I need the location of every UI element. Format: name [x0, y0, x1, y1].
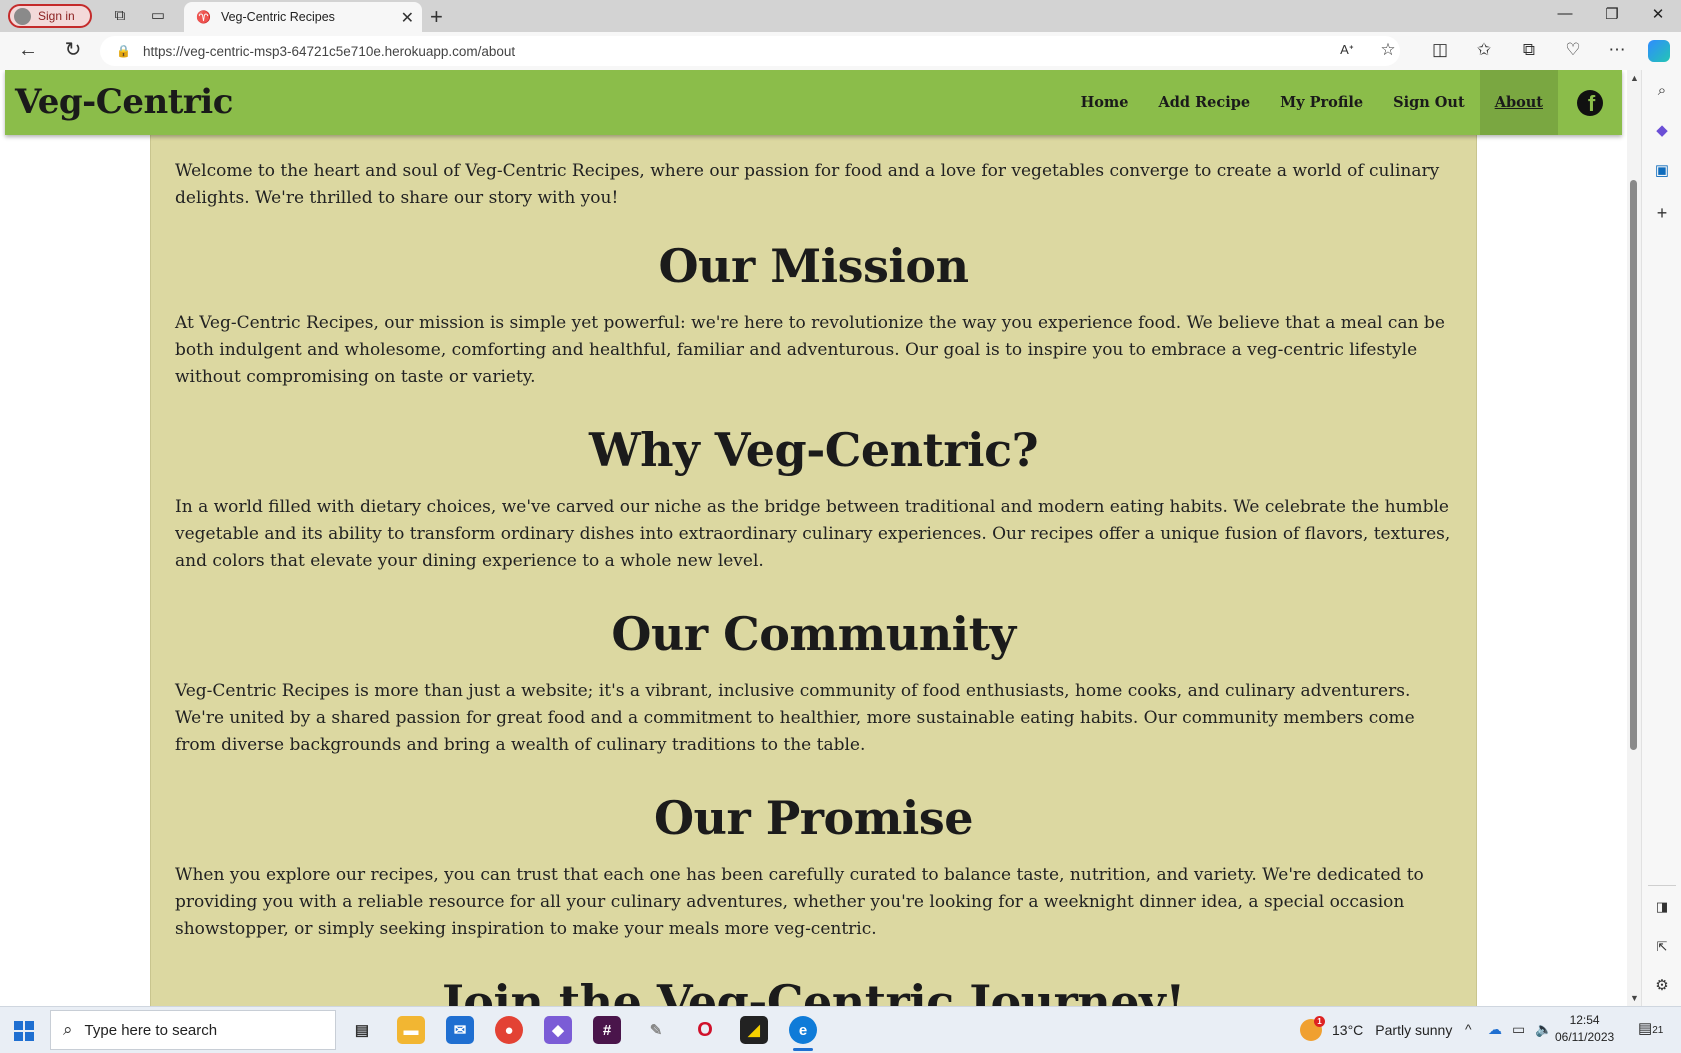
more-menu-icon[interactable]: ⋯	[1606, 40, 1628, 60]
search-magnifier-icon: ⌕	[63, 1020, 73, 1039]
sidebar-divider	[1648, 885, 1676, 886]
copilot-app-icon[interactable]: ◆	[544, 1016, 572, 1044]
workspaces-icon[interactable]: ⧉	[110, 6, 130, 26]
copilot-icon[interactable]	[1648, 40, 1670, 62]
signin-label: Sign in	[38, 9, 75, 23]
new-tab-icon[interactable]: +	[430, 4, 443, 30]
section-community: Our Community Veg-Centric Recipes is mor…	[175, 608, 1452, 759]
profile-avatar-icon	[14, 7, 31, 25]
nav-sign-out[interactable]: Sign Out	[1378, 70, 1480, 135]
collections-icon[interactable]: ⧉	[1518, 40, 1540, 60]
sticky-notes-icon[interactable]: ◢	[740, 1016, 768, 1044]
slack-icon[interactable]: #	[593, 1016, 621, 1044]
edge-sidebar: ⌕ ◆ ▣ + ◨ ⇱ ⚙	[1641, 70, 1681, 1006]
edge-browser-icon[interactable]: e	[789, 1016, 817, 1051]
network-icon[interactable]: ▭	[1512, 1021, 1525, 1038]
settings-gear-icon[interactable]: ⚙	[1651, 975, 1673, 997]
section-promise: Our Promise When you explore our recipes…	[175, 792, 1452, 943]
weather-temp: 13°C	[1332, 1022, 1364, 1038]
section-join: Join the Veg-Centric Journey!	[175, 976, 1452, 1006]
nav-add-recipe[interactable]: Add Recipe	[1144, 70, 1266, 135]
facebook-icon: f	[1577, 89, 1603, 116]
weather-sun-icon: 1	[1300, 1016, 1325, 1041]
clock-time: 12:54	[1569, 1013, 1600, 1027]
site-brand[interactable]: Veg-Centric	[15, 82, 233, 122]
taskbar-search-box[interactable]: ⌕ Type here to search	[50, 1010, 336, 1050]
page-viewport: Veg-Centric Home Add Recipe My Profile S…	[0, 70, 1627, 1006]
taskbar-search-placeholder: Type here to search	[84, 1021, 218, 1039]
gimp-icon[interactable]: ✎	[642, 1016, 670, 1044]
tab-actions-icon[interactable]: ▭	[148, 6, 168, 26]
section-heading: Join the Veg-Centric Journey!	[442, 975, 1185, 1006]
section-text: When you explore our recipes, you can tr…	[175, 865, 1424, 939]
section-text: In a world filled with dietary choices, …	[175, 497, 1451, 571]
site-navbar: Veg-Centric Home Add Recipe My Profile S…	[5, 70, 1622, 135]
refresh-icon[interactable]: ↻	[62, 40, 84, 60]
about-content-card: Welcome to the heart and soul of Veg-Cen…	[150, 125, 1477, 1006]
close-tab-icon[interactable]: ✕	[401, 8, 414, 28]
tab-title: Veg-Centric Recipes	[220, 10, 335, 24]
weather-badge: 1	[1314, 1016, 1325, 1027]
open-external-icon[interactable]: ⇱	[1651, 936, 1673, 958]
section-why: Why Veg-Centric? In a world filled with …	[175, 424, 1452, 575]
favorites-icon[interactable]: ✩	[1473, 40, 1495, 60]
profile-signin-button[interactable]: Sign in	[8, 4, 92, 28]
lock-icon: 🔒	[116, 44, 131, 58]
scroll-down-icon[interactable]: ▼	[1630, 993, 1639, 1003]
page-scrollbar[interactable]: ▲ ▼	[1627, 70, 1641, 1006]
section-heading: Our Mission	[658, 239, 969, 293]
add-sidebar-app-icon[interactable]: +	[1651, 202, 1673, 224]
windows-taskbar: ⌕ Type here to search ▤ ▬ ✉ ● ◆ # ✎ O ◢ …	[0, 1006, 1681, 1053]
read-aloud-icon[interactable]: Aᐩ	[1336, 40, 1358, 60]
address-bar[interactable]: 🔒 https://veg-centric-msp3-64721c5e710e.…	[100, 36, 1400, 66]
mail-icon[interactable]: ✉	[446, 1016, 474, 1044]
notification-center-icon[interactable]: ▤21	[1638, 1019, 1663, 1037]
nav-menu: Home Add Recipe My Profile Sign Out Abou…	[1066, 70, 1622, 135]
section-heading: Our Promise	[653, 791, 974, 845]
taskbar-clock[interactable]: 12:54 06/11/2023	[1555, 1012, 1614, 1046]
facebook-link[interactable]: f	[1558, 70, 1622, 135]
address-toolbar: ← ↻ 🔒 https://veg-centric-msp3-64721c5e7…	[0, 32, 1681, 70]
scrollbar-thumb[interactable]	[1630, 180, 1637, 750]
show-hidden-icons-icon[interactable]: ^	[1465, 1021, 1472, 1037]
section-text: At Veg-Centric Recipes, our mission is s…	[175, 313, 1445, 387]
url-text: https://veg-centric-msp3-64721c5e710e.he…	[142, 43, 516, 59]
clock-date: 06/11/2023	[1555, 1030, 1615, 1044]
tab-active[interactable]: ♈ Veg-Centric Recipes ✕	[184, 2, 422, 32]
restore-icon[interactable]: ❐	[1602, 5, 1622, 23]
site-favicon-icon: ♈	[196, 10, 211, 24]
close-window-icon[interactable]: ✕	[1648, 5, 1668, 23]
section-heading: Why Veg-Centric?	[588, 423, 1039, 477]
copilot-sidebar-icon[interactable]: ◆	[1651, 120, 1673, 142]
nav-home[interactable]: Home	[1066, 70, 1144, 135]
volume-icon[interactable]: 🔈	[1535, 1021, 1552, 1038]
notification-count: 21	[1652, 1025, 1664, 1036]
split-screen-icon[interactable]: ◫	[1429, 40, 1451, 60]
weather-widget[interactable]: 1 13°C Partly sunny	[1300, 1016, 1453, 1041]
nav-my-profile[interactable]: My Profile	[1265, 70, 1378, 135]
about-intro: Welcome to the heart and soul of Veg-Cen…	[175, 161, 1440, 208]
section-heading: Our Community	[611, 607, 1016, 661]
search-icon[interactable]: ⌕	[1651, 80, 1673, 102]
section-text: Veg-Centric Recipes is more than just a …	[175, 681, 1415, 755]
file-explorer-icon[interactable]: ▬	[397, 1016, 425, 1044]
task-view-icon[interactable]: ▤	[348, 1016, 376, 1044]
onedrive-icon[interactable]: ☁	[1488, 1021, 1502, 1038]
scroll-up-icon[interactable]: ▲	[1630, 73, 1639, 83]
minimize-icon[interactable]: —	[1555, 5, 1575, 22]
section-mission: Our Mission At Veg-Centric Recipes, our …	[175, 240, 1452, 391]
browser-essentials-icon[interactable]: ♡	[1562, 40, 1584, 60]
opera-icon[interactable]: O	[691, 1016, 719, 1044]
hide-sidebar-icon[interactable]: ◨	[1651, 896, 1673, 918]
windows-start-icon[interactable]	[14, 1021, 34, 1041]
back-icon[interactable]: ←	[17, 40, 39, 60]
outlook-icon[interactable]: ▣	[1651, 160, 1673, 182]
tab-strip: Sign in ⧉ ▭ ♈ Veg-Centric Recipes ✕ + — …	[0, 0, 1681, 32]
nav-about[interactable]: About	[1479, 70, 1558, 135]
chrome-icon[interactable]: ●	[495, 1016, 523, 1044]
favorite-star-icon[interactable]: ☆	[1377, 40, 1399, 60]
weather-desc: Partly sunny	[1375, 1022, 1453, 1038]
